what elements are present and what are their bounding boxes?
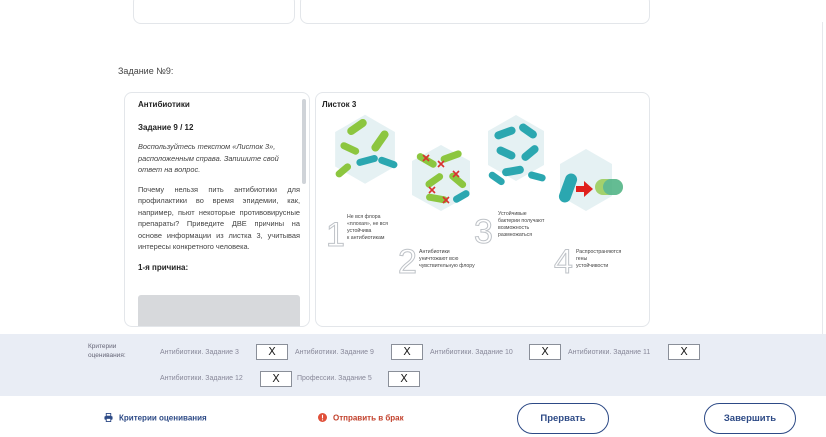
scrollbar[interactable] [302,99,306,184]
finish-button[interactable]: Завершить [704,403,796,434]
answer-input[interactable] [138,295,300,326]
image-card: Листок 3 1 Не вся флора «плохая», не вся… [315,92,650,327]
criterion-mark[interactable]: X [256,344,288,360]
criterion-mark[interactable]: X [529,344,561,360]
criterion-label: Профессии. Задание 5 [297,375,372,382]
report-link[interactable]: Отправить в брак [318,413,404,424]
criterion-label: Антибиотики. Задание 11 [568,349,651,356]
task-title: Задание №9: [118,66,174,76]
task-instruction: Воспользуйтесь текстом «Листок 3», распо… [138,142,279,174]
text-card-content: Антибиотики Задание 9 / 12 Воспользуйтес… [138,100,300,272]
infographic: 1 Не вся флора «плохая», не вся устойчив… [326,114,623,282]
criterion-mark[interactable]: X [388,371,420,387]
criterion-mark[interactable]: X [668,344,700,360]
criteria-link[interactable]: Критерии оценивания [104,413,207,424]
print-icon [104,413,113,424]
step-caption-1: Не вся флора «плохая», не вся устойчива … [347,214,389,241]
alert-icon [318,413,327,424]
step-number-4: 4 [554,243,573,281]
step-caption-4: Распространяются гены устойчивости [576,249,623,269]
step-caption-2: Антибиотики уничтожают всю чувствительну… [419,249,475,269]
text-card: Антибиотики Задание 9 / 12 Воспользуйтес… [124,92,310,327]
criterion-label: Антибиотики. Задание 9 [295,349,374,356]
step-number-3: 3 [474,213,493,251]
criterion-label: Антибиотики. Задание 12 [160,375,243,382]
reason-label: 1-я причина: [138,262,189,272]
report-link-label: Отправить в брак [333,413,404,423]
previous-text-card [133,0,295,24]
abort-button[interactable]: Прервать [517,403,609,434]
step-number-2: 2 [398,243,417,281]
criterion-mark[interactable]: X [391,344,423,360]
criterion-label: Антибиотики. Задание 3 [160,349,239,356]
card-heading: Антибиотики [138,100,190,109]
criterion-label: Антибиотики. Задание 10 [430,349,513,356]
page-divider [822,22,823,334]
criteria-label: Критерии оценивания: [88,343,126,359]
task-question: Почему нельзя пить антибиотики для профи… [138,184,300,252]
criteria-link-label: Критерии оценивания [119,413,207,423]
previous-image-card [300,0,650,24]
task-number: Задание 9 / 12 [138,123,194,132]
criterion-mark[interactable]: X [260,371,292,387]
step-number-1: 1 [326,216,345,254]
step-caption-3: Устойчивые бактерии получают возможность… [498,210,546,238]
